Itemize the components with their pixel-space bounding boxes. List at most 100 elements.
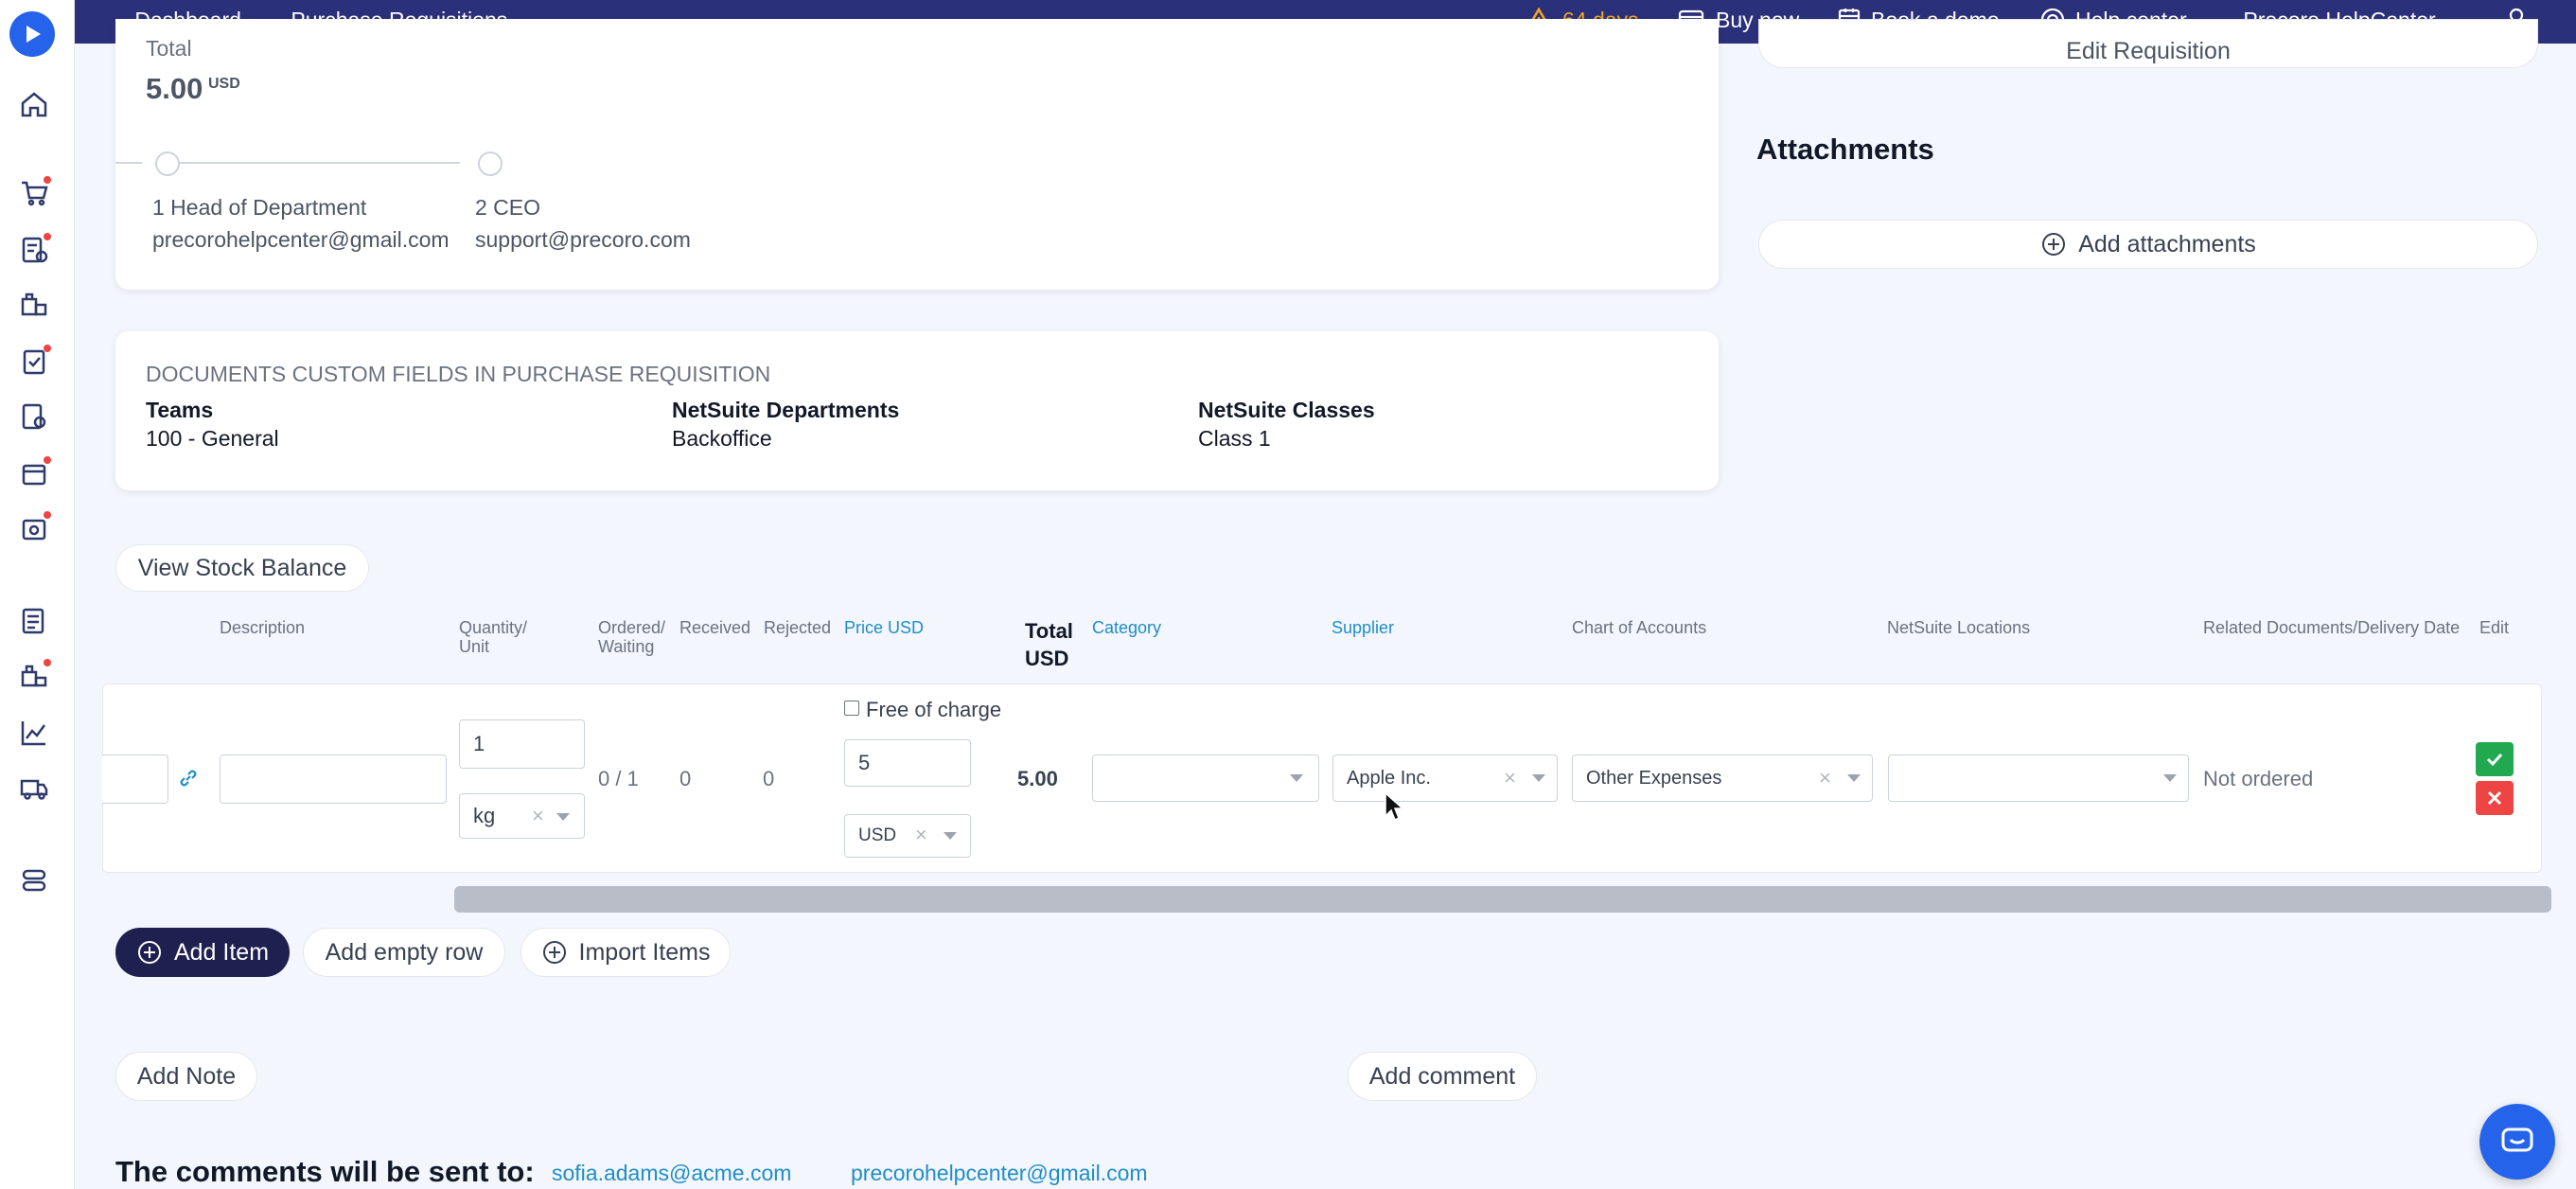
- free-of-charge-label: Free of charge: [866, 698, 1002, 721]
- header-price[interactable]: Price USD: [844, 617, 924, 638]
- netsuite-locations-select[interactable]: [1888, 754, 2189, 802]
- total-currency: USD: [208, 76, 240, 92]
- precoro-logo[interactable]: [9, 11, 55, 57]
- header-category[interactable]: Category: [1092, 617, 1161, 638]
- price-field[interactable]: 5: [844, 739, 971, 787]
- unit-value: kg: [473, 804, 496, 827]
- approval-line: [115, 162, 142, 164]
- play-logo-icon: [26, 26, 41, 43]
- chat-support-button[interactable]: [2479, 1104, 2555, 1180]
- requisition-summary-card: Total 5.00 USD 1 Head of Department prec…: [115, 19, 1719, 290]
- quantity-value: 1: [473, 732, 485, 755]
- chevron-down-icon: [2163, 774, 2177, 782]
- custom-field-value: Backoffice: [672, 426, 772, 451]
- custom-fields-title: DOCUMENTS CUSTOM FIELDS IN PURCHASE REQU…: [146, 362, 771, 386]
- receipt-icon[interactable]: [19, 511, 51, 543]
- clear-icon[interactable]: ×: [1504, 766, 1516, 790]
- import-items-label: Import Items: [578, 938, 711, 966]
- rejected-value: 0: [763, 767, 775, 790]
- price-value: 5: [858, 751, 871, 774]
- cart-icon[interactable]: [19, 176, 51, 208]
- plus-circle-icon: [137, 941, 161, 964]
- budget-icon[interactable]: [19, 606, 49, 636]
- header-description: Description: [220, 618, 306, 637]
- view-stock-balance-label: View Stock Balance: [137, 554, 347, 581]
- edit-requisition-button[interactable]: Edit Requisition: [1758, 19, 2538, 68]
- total-value: 5.00: [146, 72, 203, 105]
- notification-dot: [44, 456, 51, 464]
- check-icon: [2486, 753, 2503, 767]
- notification-dot: [44, 511, 51, 519]
- add-attachments-button[interactable]: Add attachments: [1758, 220, 2538, 269]
- view-stock-balance-button[interactable]: View Stock Balance: [115, 544, 369, 592]
- add-comment-button[interactable]: Add comment: [1348, 1052, 1537, 1101]
- header-supplier[interactable]: Supplier: [1332, 617, 1394, 638]
- horizontal-scrollbar[interactable]: [454, 886, 2551, 913]
- clear-icon[interactable]: ×: [1819, 766, 1831, 790]
- chevron-down-icon: [1847, 774, 1861, 782]
- warehouse-icon[interactable]: [19, 659, 51, 691]
- edit-requisition-label: Edit Requisition: [2066, 38, 2231, 64]
- clear-icon[interactable]: ×: [915, 823, 927, 847]
- approver-step-label: 2 CEO: [475, 195, 541, 220]
- add-item-button[interactable]: Add Item: [115, 928, 290, 977]
- header-waiting: Waiting: [598, 637, 655, 656]
- add-item-label: Add Item: [173, 938, 270, 966]
- supplier-select[interactable]: Apple Inc. ×: [1332, 754, 1558, 802]
- free-of-charge-checkbox[interactable]: [844, 701, 859, 716]
- add-empty-row-label: Add empty row: [325, 938, 484, 966]
- row-total-value: 5.00: [1017, 767, 1058, 790]
- analytics-icon[interactable]: [19, 718, 49, 748]
- approval-icon[interactable]: [19, 345, 51, 377]
- home-icon[interactable]: [19, 89, 49, 119]
- header-received: Received: [679, 618, 751, 637]
- comments-recipients-label: The comments will be sent to:: [115, 1155, 535, 1188]
- approver-email: support@precoro.com: [475, 227, 691, 252]
- approver-email: precorohelpcenter@gmail.com: [152, 227, 450, 252]
- header-total: Total: [1025, 619, 1073, 643]
- add-attachments-label: Add attachments: [2078, 230, 2256, 257]
- header-edit: Edit: [2479, 618, 2510, 637]
- document-search-icon[interactable]: [19, 401, 49, 432]
- ordered-waiting-value: 0 / 1: [598, 767, 639, 790]
- close-icon: [2487, 790, 2502, 806]
- sidebar: [0, 0, 75, 1189]
- custom-field-label: Teams: [146, 398, 214, 422]
- unit-select[interactable]: kg ×: [459, 793, 585, 839]
- requisition-icon[interactable]: [19, 233, 51, 265]
- chevron-down-icon: [944, 832, 957, 840]
- header-unit: Unit: [459, 637, 490, 656]
- chat-bubble-icon: [2501, 1127, 2533, 1152]
- header-chart-of-accounts: Chart of Accounts: [1572, 618, 1707, 637]
- chevron-down-icon: [1290, 774, 1303, 782]
- settings-database-icon[interactable]: [19, 865, 49, 896]
- custom-fields-card: DOCUMENTS CUSTOM FIELDS IN PURCHASE REQU…: [115, 331, 1719, 490]
- import-items-button[interactable]: Import Items: [520, 928, 731, 977]
- invoice-icon[interactable]: [19, 456, 51, 488]
- add-empty-row-button[interactable]: Add empty row: [303, 928, 505, 977]
- category-select[interactable]: [1092, 754, 1319, 802]
- comment-recipient-email[interactable]: sofia.adams@acme.com: [552, 1161, 791, 1186]
- header-netsuite-locations: NetSuite Locations: [1887, 618, 2031, 637]
- suppliers-icon[interactable]: [19, 290, 49, 320]
- item-name-field[interactable]: [102, 754, 168, 804]
- description-field[interactable]: [220, 754, 447, 804]
- clear-icon[interactable]: ×: [532, 804, 544, 828]
- received-value: 0: [679, 767, 692, 790]
- notification-dot: [44, 345, 51, 352]
- approval-step-circle: [155, 151, 180, 176]
- delivery-truck-icon[interactable]: [19, 772, 49, 803]
- notification-dot: [44, 176, 51, 184]
- delete-row-button[interactable]: [2476, 781, 2514, 815]
- currency-value: USD: [858, 825, 897, 845]
- custom-field-label: NetSuite Departments: [672, 398, 900, 422]
- link-icon[interactable]: [177, 767, 200, 794]
- save-row-button[interactable]: [2476, 742, 2514, 776]
- currency-select[interactable]: USD ×: [844, 814, 971, 858]
- comment-recipient-email[interactable]: precorohelpcenter@gmail.com: [851, 1161, 1148, 1186]
- header-quantity: Quantity/: [459, 618, 528, 637]
- custom-field-label: NetSuite Classes: [1198, 398, 1375, 422]
- chart-of-accounts-select[interactable]: Other Expenses ×: [1572, 754, 1873, 802]
- add-note-button[interactable]: Add Note: [115, 1052, 257, 1101]
- quantity-field[interactable]: 1: [459, 719, 585, 769]
